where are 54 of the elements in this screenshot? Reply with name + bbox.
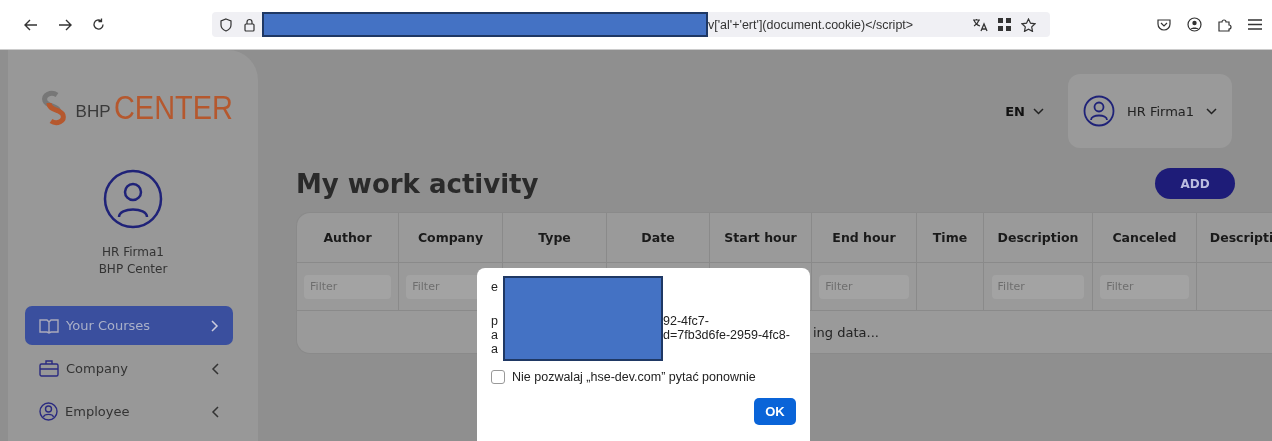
book-icon [39, 317, 59, 334]
chevron-left-icon [211, 405, 219, 418]
sidebar-item[interactable]: Employee [25, 392, 233, 431]
avatar-icon [1082, 95, 1115, 127]
briefcase-icon [39, 360, 59, 377]
language-selector[interactable]: EN [1005, 103, 1044, 119]
chevron-down-icon [1206, 107, 1218, 115]
forward-icon[interactable] [58, 18, 72, 31]
account-icon[interactable] [1187, 17, 1202, 32]
column-header[interactable]: Date [607, 213, 710, 263]
loading-text: ing data... [813, 324, 879, 340]
sidebar-item[interactable]: Your Courses [25, 306, 233, 345]
lock-icon [244, 17, 255, 32]
pocket-icon[interactable] [1157, 18, 1171, 31]
star-icon[interactable] [1021, 17, 1036, 32]
avatar-icon [103, 169, 163, 229]
column-header[interactable]: Author [297, 213, 399, 263]
checkbox-label: Nie pozwalaj „hse-dev.com” pytać ponownie [512, 370, 756, 384]
column-header[interactable]: Time [917, 213, 984, 263]
user-name: HR Firma1 [102, 245, 164, 259]
column-header[interactable]: Canceled [1093, 213, 1197, 263]
back-icon[interactable] [24, 18, 38, 31]
user-icon [39, 402, 58, 421]
chevron-left-icon [211, 362, 219, 375]
page-title: My work activity [296, 168, 539, 199]
sidebar-item[interactable]: Company [25, 349, 233, 388]
logo-text: CENTER [113, 88, 233, 127]
user-organization: BHP Center [98, 262, 168, 276]
qr-code-icon[interactable] [998, 18, 1011, 31]
chevron-right-icon [211, 319, 219, 332]
chevron-down-icon [1033, 107, 1044, 115]
message-text: a [491, 328, 499, 342]
ok-button[interactable]: OK [754, 398, 796, 425]
column-header[interactable]: End hour [812, 213, 917, 263]
extensions-icon[interactable] [1218, 17, 1232, 32]
column-header[interactable]: Type [503, 213, 607, 263]
column-header[interactable]: Start hour [710, 213, 812, 263]
address-bar[interactable]: v['al'+'ert'](document.cookie)</script> [212, 12, 1050, 37]
column-header[interactable]: Company [399, 213, 503, 263]
url-text: v['al'+'ert'](document.cookie)</script> [708, 17, 914, 32]
message-text: d=7fb3d6fe-2959-4fc8- [663, 328, 790, 342]
column-header[interactable]: Descripti [1197, 213, 1272, 263]
reload-icon[interactable] [92, 18, 105, 31]
shield-icon [220, 17, 232, 32]
message-text: p [491, 314, 499, 328]
message-text: a [491, 342, 499, 356]
add-button[interactable]: ADD [1155, 168, 1235, 199]
checkbox[interactable] [491, 370, 505, 384]
menu-icon[interactable] [1248, 19, 1262, 30]
translate-icon[interactable] [972, 17, 988, 32]
user-menu[interactable]: HR Firma1 [1068, 74, 1232, 148]
logo-text: BHP [75, 101, 111, 122]
column-header[interactable]: Description [984, 213, 1093, 263]
message-text: 92-4fc7- [663, 314, 709, 328]
